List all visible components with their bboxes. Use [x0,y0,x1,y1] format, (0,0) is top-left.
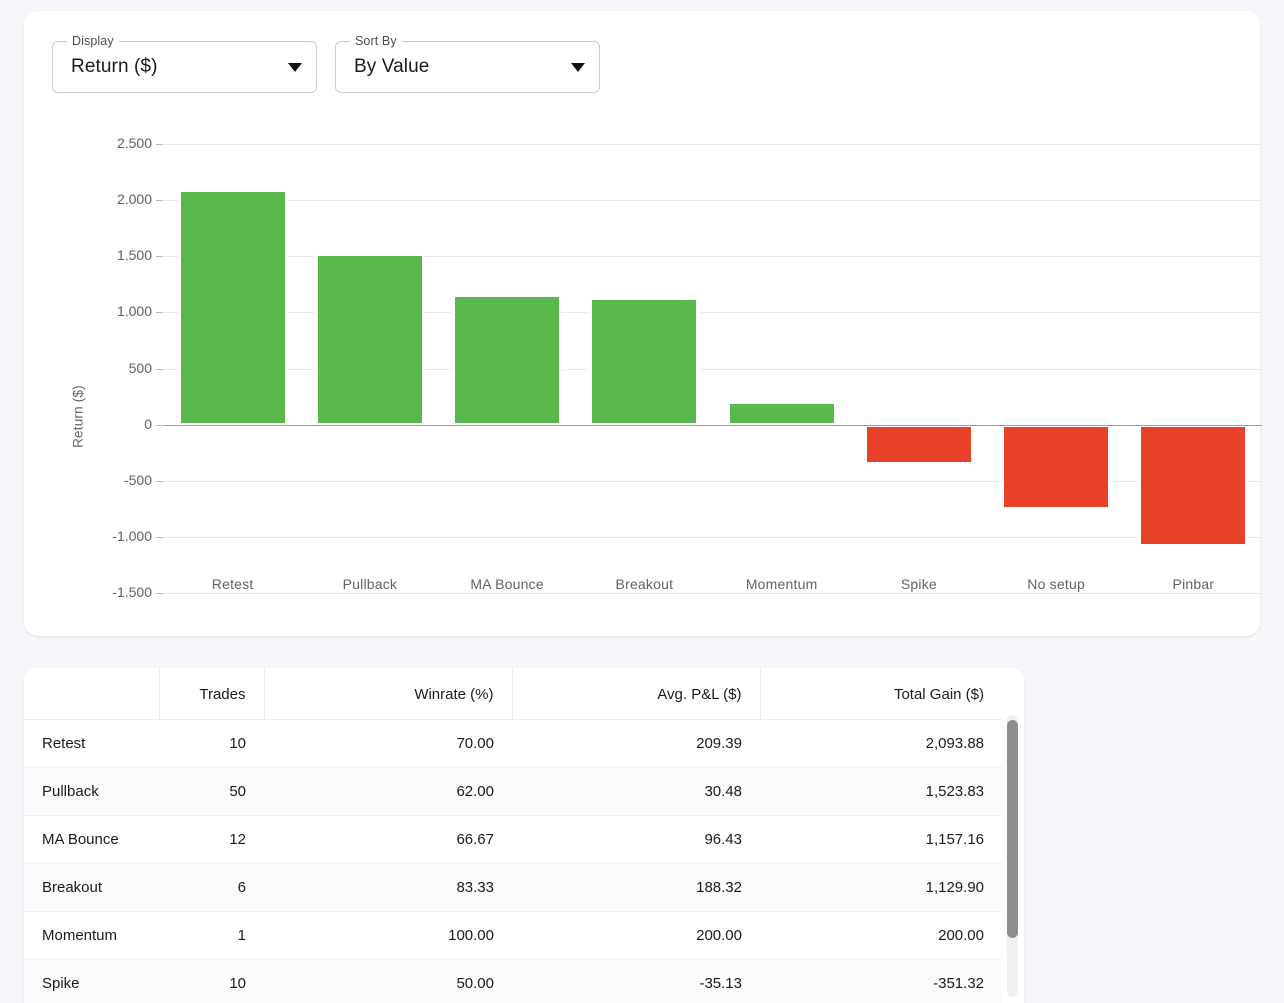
cell-setup-name: Pullback [24,768,159,816]
display-select-value: Return ($) [71,56,280,78]
cell-total-gain: 200.00 [760,912,1002,960]
cell-trades: 10 [159,960,264,1003]
display-select-label: Display [67,34,119,48]
bar-momentum[interactable] [728,402,836,424]
table-scrollbar-thumb[interactable] [1007,720,1018,938]
x-axis-tick-label: Retest [164,576,301,592]
cell-avg-pl: 209.39 [512,720,760,768]
cell-winrate: 50.00 [264,960,512,1003]
y-axis-tick-mark [156,200,163,201]
y-axis-tick-mark [156,369,163,370]
cell-avg-pl: 188.32 [512,864,760,912]
table-body: Retest1070.00209.392,093.88Pullback5062.… [24,720,1002,1003]
plot-area: 2.5002.0001.5001.0005000-500-1.000-1.500 [164,144,1262,593]
cell-winrate: 66.67 [264,816,512,864]
chevron-down-icon [571,63,585,72]
y-axis-tick: 1.500 [60,247,152,263]
x-axis-tick-label: Pinbar [1125,576,1262,592]
table-row[interactable]: Breakout683.33188.321,129.90 [24,864,1002,912]
cell-total-gain: 2,093.88 [760,720,1002,768]
bar-ma-bounce[interactable] [453,295,561,425]
cell-total-gain: 1,523.83 [760,768,1002,816]
x-axis-labels: RetestPullbackMA BounceBreakoutMomentumS… [164,576,1262,604]
cell-trades: 6 [159,864,264,912]
table-row[interactable]: Pullback5062.0030.481,523.83 [24,768,1002,816]
bar-chart: Return ($) 2.5002.0001.5001.0005000-500-… [24,121,1260,621]
cell-avg-pl: -35.13 [512,960,760,1003]
bar-spike[interactable] [865,425,973,464]
chart-controls: Display Return ($) Sort By By Value [52,41,600,93]
cell-setup-name: MA Bounce [24,816,159,864]
table-row[interactable]: Momentum1100.00200.00200.00 [24,912,1002,960]
sort-by-select-value: By Value [354,56,563,78]
bar-breakout[interactable] [590,298,698,425]
cell-setup-name: Spike [24,960,159,1003]
display-select[interactable]: Display Return ($) [52,41,317,93]
bar-pinbar[interactable] [1139,425,1247,546]
cell-setup-name: Retest [24,720,159,768]
cell-total-gain: 1,157.16 [760,816,1002,864]
y-axis-tick: 0 [60,416,152,432]
cell-setup-name: Breakout [24,864,159,912]
cell-total-gain: -351.32 [760,960,1002,1003]
y-axis-tick-mark [156,481,163,482]
y-axis-tick-mark [156,425,163,426]
cell-trades: 50 [159,768,264,816]
cell-winrate: 83.33 [264,864,512,912]
x-axis-tick-label: MA Bounce [439,576,576,592]
setup-performance-page: Display Return ($) Sort By By Value Retu… [0,0,1284,1003]
cell-trades: 10 [159,720,264,768]
cell-winrate: 100.00 [264,912,512,960]
x-axis-tick-label: No setup [988,576,1125,592]
bar-no-setup[interactable] [1002,425,1110,509]
y-axis-tick: -500 [60,472,152,488]
chevron-down-icon [288,63,302,72]
table-row[interactable]: MA Bounce1266.6796.431,157.16 [24,816,1002,864]
y-axis-tick: -1.000 [60,528,152,544]
x-axis-tick-label: Pullback [301,576,438,592]
column-header-trades: Trades [159,668,264,720]
x-axis-tick-label: Breakout [576,576,713,592]
column-header-avg-pl: Avg. P&L ($) [512,668,760,720]
column-header-setup [24,668,159,720]
y-axis-tick-mark [156,312,163,313]
sort-by-select-label: Sort By [350,34,402,48]
chart-card: Display Return ($) Sort By By Value Retu… [24,11,1260,636]
bar-retest[interactable] [179,190,287,425]
y-axis-tick-mark [156,537,163,538]
stats-table-card: Trades Winrate (%) Avg. P&L ($) Total Ga… [24,668,1024,1003]
table-header: Trades Winrate (%) Avg. P&L ($) Total Ga… [24,668,1002,720]
column-header-total-gain: Total Gain ($) [760,668,1002,720]
y-axis-tick-mark [156,593,163,594]
cell-winrate: 62.00 [264,768,512,816]
cell-setup-name: Momentum [24,912,159,960]
y-axis-tick: 1.000 [60,303,152,319]
cell-winrate: 70.00 [264,720,512,768]
bars-group [164,144,1262,593]
x-axis-tick-label: Momentum [713,576,850,592]
table-header-row: Trades Winrate (%) Avg. P&L ($) Total Ga… [24,668,1002,720]
y-axis-tick-mark [156,144,163,145]
y-axis-tick: -1.500 [60,584,152,600]
y-axis-tick: 500 [60,360,152,376]
y-axis-tick: 2.500 [60,135,152,151]
cell-avg-pl: 96.43 [512,816,760,864]
x-axis-tick-label: Spike [850,576,987,592]
cell-total-gain: 1,129.90 [760,864,1002,912]
table-row[interactable]: Retest1070.00209.392,093.88 [24,720,1002,768]
cell-trades: 12 [159,816,264,864]
bar-pullback[interactable] [316,254,424,425]
y-axis-tick: 2.000 [60,191,152,207]
cell-trades: 1 [159,912,264,960]
sort-by-select[interactable]: Sort By By Value [335,41,600,93]
cell-avg-pl: 30.48 [512,768,760,816]
stats-table: Trades Winrate (%) Avg. P&L ($) Total Ga… [24,668,1002,1003]
y-axis-tick-mark [156,256,163,257]
zero-line [164,425,1262,426]
column-header-winrate: Winrate (%) [264,668,512,720]
cell-avg-pl: 200.00 [512,912,760,960]
table-row[interactable]: Spike1050.00-35.13-351.32 [24,960,1002,1003]
